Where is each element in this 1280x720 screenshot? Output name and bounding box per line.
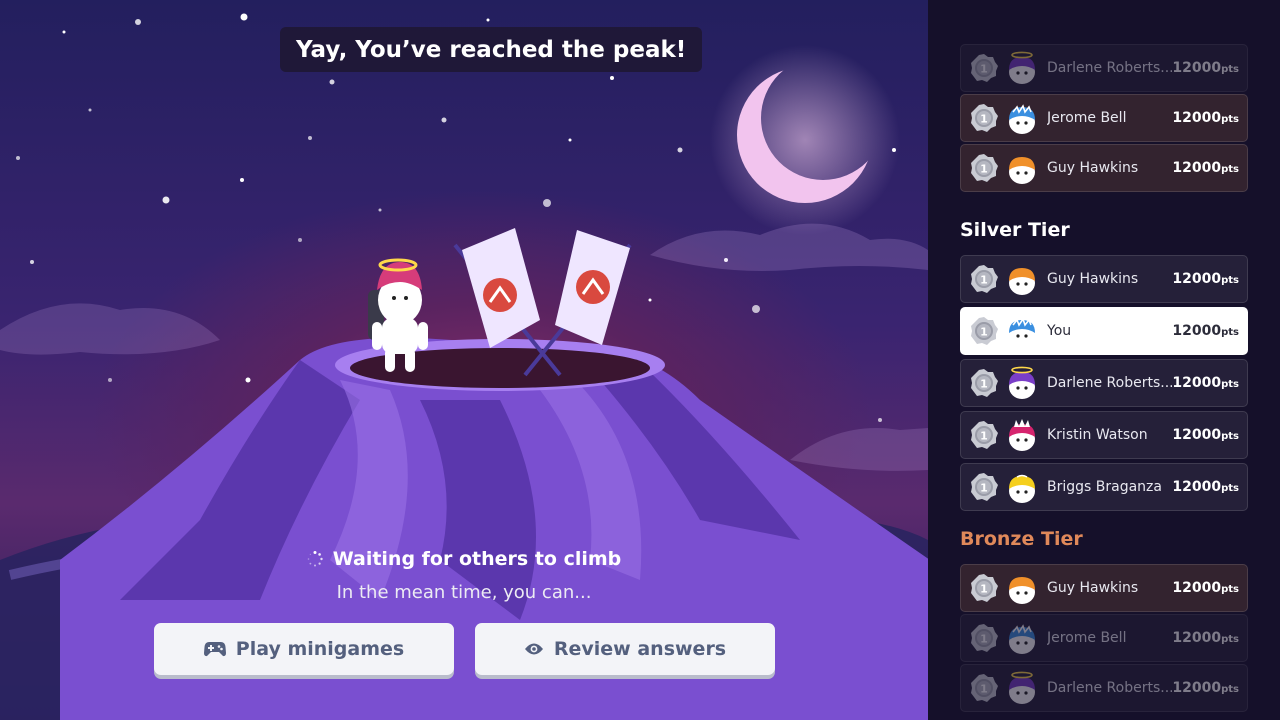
player-name: Darlene Roberts...: [1047, 680, 1173, 696]
rank-number: 1: [980, 633, 988, 646]
leaderboard-row[interactable]: 1 Briggs Braganza 12000pts: [960, 463, 1248, 511]
rank-medal-icon: 1: [971, 473, 998, 501]
rank-medal-icon: 1: [971, 317, 998, 345]
player-points: 12000pts: [1172, 160, 1239, 176]
leaderboard-row[interactable]: 1 Jerome Bell 12000pts: [960, 94, 1248, 142]
player-points: 12000pts: [1172, 680, 1239, 696]
leaderboard-row[interactable]: 1 Guy Hawkins 12000pts: [960, 144, 1248, 192]
player-points: 12000pts: [1172, 110, 1239, 126]
player-name: Darlene Roberts...: [1047, 60, 1173, 76]
game-scene: Yay, You’ve reached the peak! Waiting fo…: [0, 0, 928, 720]
review-answers-button[interactable]: Review answers: [475, 623, 775, 675]
player-avatar-icon: [1009, 474, 1035, 503]
leaderboard-row[interactable]: 1 Guy Hawkins 12000pts: [960, 564, 1248, 612]
meantime-text: In the mean time, you can...: [336, 582, 592, 603]
player-name: Guy Hawkins: [1047, 271, 1139, 287]
rank-number: 1: [980, 683, 988, 696]
play-minigames-label: Play minigames: [235, 638, 405, 660]
rank-number: 1: [980, 326, 988, 339]
rank-medal-icon: 1: [971, 265, 998, 293]
leaderboard-panel[interactable]: 1 Darlene Roberts... 12000pts 1 Jerome Bell 1…: [928, 0, 1280, 720]
leaderboard-row[interactable]: 1 Kristin Watson 12000pts: [960, 411, 1248, 459]
player-points: 12000pts: [1172, 580, 1239, 596]
peak-banner: Yay, You’ve reached the peak!: [280, 27, 703, 72]
waiting-text: Waiting for others to climb: [332, 548, 622, 570]
leaderboard-row[interactable]: 1 Guy Hawkins 12000pts: [960, 255, 1248, 303]
player-avatar-icon: [1009, 268, 1035, 295]
player-avatar-icon: [1009, 317, 1035, 347]
leaderboard-row[interactable]: 1 Darlene Roberts... 12000pts: [960, 44, 1248, 92]
player-avatar-icon: [1009, 51, 1035, 84]
rank-medal-icon: 1: [971, 104, 998, 132]
player-points: 12000pts: [1172, 60, 1239, 76]
rank-medal-icon: 1: [971, 624, 998, 652]
leaderboard-row[interactable]: 1 You 12000pts: [960, 307, 1248, 355]
player-avatar-icon: [1009, 419, 1035, 451]
rank-medal-icon: 1: [971, 574, 998, 602]
gamepad-icon: [203, 642, 226, 657]
leaderboard-row[interactable]: 1 Jerome Bell 12000pts: [960, 614, 1248, 662]
player-name: Jerome Bell: [1047, 110, 1127, 126]
rank-medal-icon: 1: [971, 369, 998, 397]
player-avatar-icon: [1009, 671, 1035, 704]
scene-art: [0, 13, 928, 720]
rank-medal-icon: 1: [971, 54, 998, 82]
player-name: Kristin Watson: [1047, 427, 1148, 443]
leaderboard-row[interactable]: 1 Darlene Roberts... 12000pts: [960, 359, 1248, 407]
player-name: Briggs Braganza: [1047, 479, 1162, 495]
player-points: 12000pts: [1172, 427, 1239, 443]
player-avatar-icon: [1009, 624, 1035, 654]
player-points: 12000pts: [1172, 271, 1239, 287]
player-points: 12000pts: [1172, 323, 1239, 339]
player-name: Guy Hawkins: [1047, 160, 1139, 176]
leaderboard-row[interactable]: 1 Darlene Roberts... 12000pts: [960, 664, 1248, 712]
rank-number: 1: [980, 274, 988, 287]
moon-icon: [737, 67, 873, 203]
rank-number: 1: [980, 378, 988, 391]
player-name: Darlene Roberts...: [1047, 375, 1173, 391]
rank-medal-icon: 1: [971, 154, 998, 182]
loading-spinner-icon: [307, 551, 323, 567]
player-points: 12000pts: [1172, 479, 1239, 495]
waiting-status: Waiting for others to climb: [0, 548, 928, 570]
player-avatar-icon: [1009, 104, 1035, 134]
player-name: Guy Hawkins: [1047, 580, 1139, 596]
rank-number: 1: [980, 583, 988, 596]
player-name: You: [1047, 323, 1072, 339]
player-name: Jerome Bell: [1047, 630, 1127, 646]
rank-number: 1: [980, 482, 988, 495]
rank-medal-icon: 1: [971, 674, 998, 702]
rank-number: 1: [980, 163, 988, 176]
rank-number: 1: [980, 63, 988, 76]
bronze-tier-title: Bronze Tier: [960, 528, 1083, 550]
player-avatar-icon: [1009, 366, 1035, 399]
review-answers-label: Review answers: [553, 638, 727, 660]
player-avatar-icon: [1009, 577, 1035, 604]
rank-medal-icon: 1: [971, 421, 998, 449]
eye-icon: [524, 643, 543, 655]
player-points: 12000pts: [1172, 375, 1239, 391]
silver-tier-title: Silver Tier: [960, 219, 1070, 241]
play-minigames-button[interactable]: Play minigames: [154, 623, 454, 675]
player-avatar-icon: [1009, 157, 1035, 184]
player-points: 12000pts: [1172, 630, 1239, 646]
rank-number: 1: [980, 113, 988, 126]
rank-number: 1: [980, 430, 988, 443]
